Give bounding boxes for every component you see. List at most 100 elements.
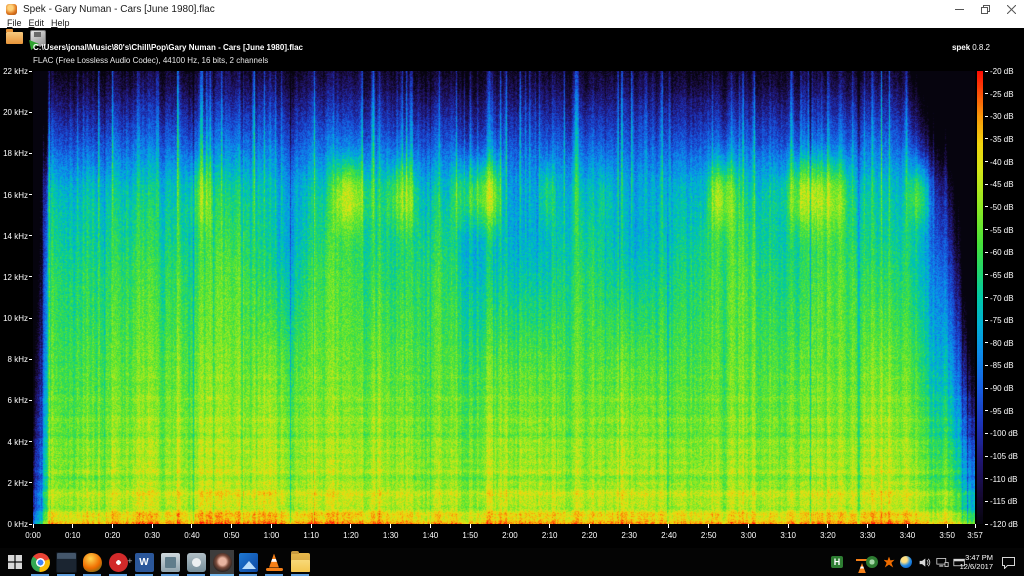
freq-axis-tick (29, 482, 32, 483)
close-button[interactable] (998, 0, 1024, 18)
db-axis-tick (985, 206, 988, 207)
vlc-icon[interactable] (262, 550, 286, 574)
action-center-button[interactable] (1001, 556, 1016, 574)
codec-info: FLAC (Free Lossless Audio Codec), 44100 … (33, 56, 268, 65)
word-icon: W (135, 553, 154, 572)
clock-time: 3:47 PM (953, 553, 993, 562)
restore-button[interactable] (972, 0, 998, 18)
spek-app-icon (6, 4, 17, 15)
time-axis-label: 1:20 (336, 531, 366, 540)
time-axis-label: 2:20 (574, 531, 604, 540)
db-axis-label: -85 dB (990, 361, 1014, 370)
time-axis-label: 0:20 (97, 531, 127, 540)
spek-taskbar-icon[interactable] (210, 550, 234, 574)
taskbar: W H 3:47 PM 12/6/2017 (0, 548, 1024, 576)
blue-app-icon[interactable] (236, 550, 260, 574)
time-axis-label: 1:00 (256, 531, 286, 540)
freq-axis-tick (29, 400, 32, 401)
time-axis-label: 0:00 (18, 531, 48, 540)
console-icon[interactable] (54, 550, 78, 574)
time-axis-tick (271, 524, 272, 528)
db-axis-label: -45 dB (990, 180, 1014, 189)
taskbar-clock[interactable]: 3:47 PM 12/6/2017 (953, 553, 993, 571)
network-icon[interactable] (935, 555, 949, 569)
db-axis-label: -50 dB (990, 203, 1014, 212)
freq-axis-tick (29, 318, 32, 319)
time-axis-tick (748, 524, 749, 528)
db-axis-tick (985, 524, 988, 525)
freq-axis-tick (29, 112, 32, 113)
tray-green-h-icon: H (831, 556, 843, 568)
time-axis-label: 0:10 (58, 531, 88, 540)
red-app-icon[interactable] (106, 550, 130, 574)
spek-taskbar-icon (213, 553, 232, 572)
gray-app-icon[interactable] (158, 550, 182, 574)
tray-blue-sphere-icon[interactable] (899, 555, 913, 569)
time-axis-tick (629, 524, 630, 528)
time-axis-tick (470, 524, 471, 528)
version-label: spek0.8.2 (952, 43, 990, 52)
time-axis-label: 2:30 (614, 531, 644, 540)
db-axis-label: -105 dB (990, 452, 1018, 461)
file-explorer-icon[interactable] (288, 550, 312, 574)
screen: Spek - Gary Numan - Cars [June 1980].fla… (0, 0, 1024, 576)
db-axis-label: -55 dB (990, 226, 1014, 235)
time-axis-label: 1:10 (296, 531, 326, 540)
start-button[interactable] (4, 552, 26, 572)
db-axis-tick (985, 388, 988, 389)
chrome-icon[interactable] (28, 550, 52, 574)
orange-app-icon (83, 553, 102, 572)
minimize-button[interactable] (946, 0, 972, 18)
console-icon (56, 552, 77, 573)
db-axis-tick (985, 410, 988, 411)
db-axis-tick (985, 229, 988, 230)
time-axis-tick (311, 524, 312, 528)
blue-app-icon (239, 553, 258, 572)
db-axis-label: -100 dB (990, 429, 1018, 438)
freq-axis-label: 10 kHz (0, 314, 28, 323)
freq-axis-label: 8 kHz (0, 355, 28, 364)
tray-vlc-icon[interactable] (848, 555, 862, 569)
time-axis-tick (231, 524, 232, 528)
freq-axis-label: 14 kHz (0, 232, 28, 241)
orange-app-icon[interactable] (80, 550, 104, 574)
freq-axis-tick (29, 276, 32, 277)
freq-axis-label: 0 kHz (0, 520, 28, 529)
time-axis-tick (112, 524, 113, 528)
tray-orange-burst-icon[interactable] (882, 555, 896, 569)
freq-axis-label: 16 kHz (0, 191, 28, 200)
time-axis-label: 2:50 (694, 531, 724, 540)
menu-edit[interactable]: Edit (29, 18, 45, 28)
tray-green-h-icon[interactable]: H (830, 555, 844, 569)
db-axis-label: -60 dB (990, 248, 1014, 257)
volume-icon[interactable] (917, 555, 931, 569)
tray-green-circle-icon[interactable] (865, 555, 879, 569)
photos-app-icon[interactable] (184, 550, 208, 574)
freq-axis-label: 18 kHz (0, 149, 28, 158)
time-axis-tick (191, 524, 192, 528)
menu-help[interactable]: Help (51, 18, 70, 28)
time-axis-label: 3:40 (892, 531, 922, 540)
time-axis-tick (152, 524, 153, 528)
freq-axis-tick (29, 71, 32, 72)
time-axis-label: 0:40 (177, 531, 207, 540)
menu-file[interactable]: File (7, 18, 22, 28)
db-axis-tick (985, 297, 988, 298)
time-axis-label: 3:10 (773, 531, 803, 540)
tray-blue-sphere-icon (900, 556, 912, 568)
title-bar: Spek - Gary Numan - Cars [June 1980].fla… (0, 0, 1024, 18)
freq-axis-tick (29, 359, 32, 360)
db-axis-tick (985, 93, 988, 94)
freq-axis-label: 22 kHz (0, 67, 28, 76)
spectrogram-canvas (33, 71, 975, 524)
db-axis-label: -95 dB (990, 407, 1014, 416)
open-folder-button[interactable] (6, 32, 23, 44)
time-axis-label: 0:50 (217, 531, 247, 540)
time-axis-tick (509, 524, 510, 528)
freq-axis-label: 4 kHz (0, 438, 28, 447)
db-axis-tick (985, 320, 988, 321)
version-name: spek (952, 43, 970, 52)
word-icon[interactable]: W (132, 550, 156, 574)
time-axis-label: 3:50 (932, 531, 962, 540)
db-axis-tick (985, 184, 988, 185)
